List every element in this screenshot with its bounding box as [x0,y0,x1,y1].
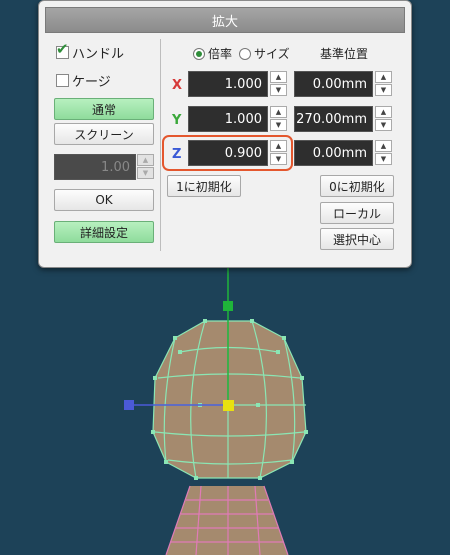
x-position-field[interactable]: 0.00mm [294,71,373,97]
reference-position-header: 基準位置 [320,47,369,61]
screen-value: 1.00 [101,159,130,175]
screen-mode-label: スクリーン [74,127,134,142]
x-ratio-field[interactable]: 1.000 [188,71,268,97]
column-divider [160,39,161,251]
ok-button[interactable]: OK [54,189,154,211]
spin-up-icon[interactable]: ▲ [375,106,392,118]
spin-down-icon[interactable]: ▼ [375,84,392,96]
reset-to-one-button[interactable]: 1に初期化 [167,175,241,197]
spin-down-icon[interactable]: ▼ [137,167,154,179]
normal-mode-label: 通常 [91,102,116,117]
gizmo-x-handle[interactable] [124,400,134,410]
spin-down-icon[interactable]: ▼ [375,119,392,131]
handle-checkbox-label: ハンドル [72,47,125,62]
selection-center-label: 選択中心 [332,232,381,247]
reset-to-zero-button[interactable]: 0に初期化 [320,175,394,197]
y-ratio-field[interactable]: 1.000 [188,106,268,132]
spin-up-icon[interactable]: ▲ [137,154,154,166]
gizmo-center-handle[interactable] [223,400,234,411]
x-ratio-value: 1.000 [224,76,262,92]
screen-mode-button[interactable]: スクリーン [54,123,154,145]
handle-checkbox[interactable]: ✔ ハンドル [56,42,125,62]
spin-up-icon[interactable]: ▲ [375,71,392,83]
z-position-field[interactable]: 0.00mm [294,140,373,166]
spin-down-icon[interactable]: ▼ [270,153,287,165]
dialog-titlebar[interactable]: 拡大 [45,7,405,33]
size-radio-label: サイズ [254,47,290,61]
spin-up-icon[interactable]: ▲ [270,71,287,83]
z-position-spinner[interactable]: ▲ ▼ [375,140,392,166]
z-ratio-field[interactable]: 0.900 [188,140,268,166]
cage-checkbox-box[interactable] [56,74,69,87]
local-label: ローカル [332,206,381,221]
x-position-spinner[interactable]: ▲ ▼ [375,71,392,97]
local-button[interactable]: ローカル [320,202,394,224]
z-ratio-value: 0.900 [224,145,262,161]
z-ratio-spinner[interactable]: ▲ ▼ [270,140,287,166]
dialog-title: 拡大 [211,14,238,30]
y-position-spinner[interactable]: ▲ ▼ [375,106,392,132]
ratio-radio[interactable]: 倍率 [193,45,232,62]
size-radio[interactable]: サイズ [239,45,290,62]
spin-up-icon[interactable]: ▲ [375,140,392,152]
reset-to-one-label: 1に初期化 [176,179,232,194]
y-position-field[interactable]: 270.00mm [294,106,373,132]
size-radio-dot[interactable] [239,47,251,60]
selection-center-button[interactable]: 選択中心 [320,228,394,250]
screen-value-spinner[interactable]: ▲ ▼ [137,154,154,180]
y-ratio-spinner[interactable]: ▲ ▼ [270,106,287,132]
x-position-value: 0.00mm [312,76,367,92]
x-axis-label: X [172,78,183,93]
y-position-value: 270.00mm [296,111,367,127]
character-head [153,321,306,478]
reset-to-zero-label: 0に初期化 [329,179,385,194]
spin-down-icon[interactable]: ▼ [375,153,392,165]
spin-down-icon[interactable]: ▼ [270,119,287,131]
z-axis-label: Z [172,147,182,162]
scale-dialog: 拡大 ✔ ハンドル ケージ 通常 スクリーン 1.00 ▲ ▼ OK 詳細設定 倍… [38,0,412,268]
ratio-radio-dot[interactable] [193,47,205,60]
screen-value-field[interactable]: 1.00 [54,154,136,180]
cage-checkbox-label: ケージ [72,75,111,90]
spin-up-icon[interactable]: ▲ [270,106,287,118]
normal-mode-button[interactable]: 通常 [54,98,154,120]
ratio-radio-label: 倍率 [208,47,233,61]
spin-down-icon[interactable]: ▼ [270,84,287,96]
x-ratio-spinner[interactable]: ▲ ▼ [270,71,287,97]
details-label: 詳細設定 [79,225,128,240]
spin-up-icon[interactable]: ▲ [270,140,287,152]
cage-checkbox[interactable]: ケージ [56,71,111,90]
y-axis-label: Y [172,113,182,128]
details-button[interactable]: 詳細設定 [54,221,154,243]
gizmo-y-handle[interactable] [223,301,233,311]
y-ratio-value: 1.000 [224,111,262,127]
handle-checkbox-box[interactable]: ✔ [56,42,69,59]
z-position-value: 0.00mm [312,145,367,161]
ok-label: OK [95,193,113,207]
checkmark-icon: ✔ [56,40,69,58]
